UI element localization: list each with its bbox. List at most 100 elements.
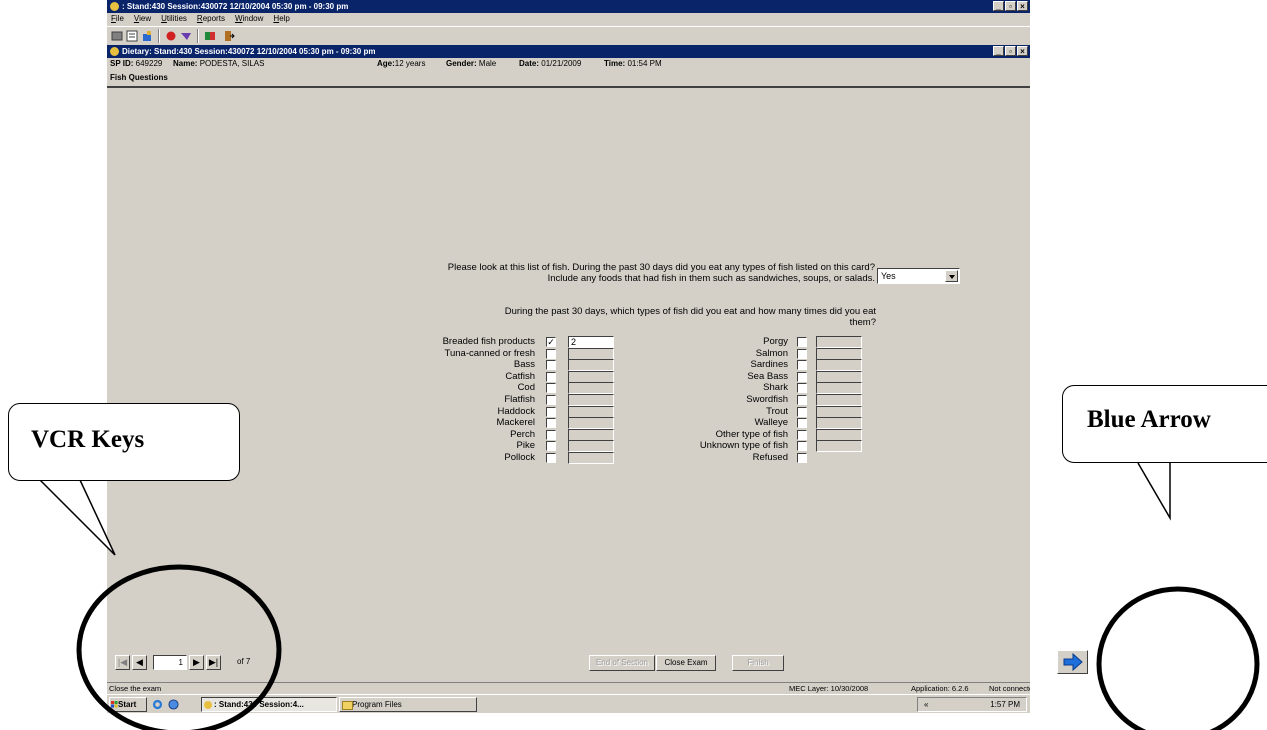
fish-label-sea-bass: Sea Bass (747, 370, 788, 382)
app-icon (110, 2, 119, 11)
menu-file[interactable]: File (111, 13, 124, 25)
fish-count-input-walleye[interactable] (816, 417, 862, 430)
menu-view[interactable]: View (134, 13, 151, 25)
menu-help[interactable]: Help (273, 13, 289, 25)
fish-checkbox-bass[interactable] (546, 360, 556, 371)
fish-count-input-perch[interactable] (568, 428, 614, 441)
participant-info-bar: SP ID: 649229 Name: PODESTA, SILAS Age:1… (107, 58, 1030, 70)
dietary-minimize-button[interactable]: _ (993, 46, 1004, 56)
age-group: Age:12 years (377, 58, 425, 70)
sp-id-value: 649229 (135, 59, 163, 68)
fish-count-input-cod[interactable] (568, 382, 614, 395)
fish-count-input-flatfish[interactable] (568, 394, 614, 406)
fish-count-input-mackerel[interactable] (568, 417, 614, 430)
fish-count-input-sea-bass[interactable] (816, 370, 862, 383)
vcr-page-input[interactable]: 1 (153, 655, 187, 670)
vcr-next-button[interactable]: ▶ (189, 655, 204, 670)
menu-reports[interactable]: Reports (197, 13, 225, 25)
task-stand-session[interactable]: : Stand:430 Session:4... (201, 697, 337, 712)
age-label: Age: (377, 59, 395, 68)
toolbar-tool-2-icon[interactable] (126, 30, 138, 42)
vcr-keys-callout-tail (39, 479, 116, 556)
fish-count-input-shark[interactable] (816, 382, 862, 395)
finish-button[interactable]: Finish (732, 655, 784, 671)
fish-checkbox-shark[interactable] (797, 383, 807, 394)
date-value: 01/21/2009 (541, 59, 582, 68)
desktop-quicklaunch-icon[interactable] (168, 699, 179, 710)
end-of-section-button[interactable]: End of Section (589, 655, 655, 671)
fish-label-pollock: Pollock (504, 452, 535, 463)
dietary-restore-button[interactable]: ▫ (1005, 46, 1016, 56)
fish-count-input-catfish[interactable] (568, 370, 614, 383)
toolbar-tool-3-icon[interactable] (141, 30, 153, 42)
blue-arrow-callout-tail (1137, 462, 1171, 521)
fish-label-tuna-canned-or-fresh: Tuna-canned or fresh (444, 347, 535, 359)
blue-arrow-highlight-circle (1096, 586, 1260, 730)
question-1-line-1: Please look at this list of fish. During… (447, 262, 875, 273)
vcr-first-button[interactable]: |◀ (115, 655, 130, 670)
fish-count-input-tuna-canned-or-fresh[interactable] (568, 347, 614, 360)
fish-checkbox-haddock[interactable] (546, 406, 556, 417)
menu-window[interactable]: Window (235, 13, 263, 25)
fish-count-input-other-type-of-fish[interactable] (816, 428, 862, 441)
system-tray: « 1:57 PM (917, 697, 1027, 712)
toolbar-tool-1-icon[interactable] (111, 30, 123, 42)
start-button[interactable]: Start (109, 697, 147, 712)
fish-label-trout: Trout (766, 405, 788, 417)
close-exam-button[interactable]: Close Exam (656, 655, 716, 671)
fish-checkbox-pike[interactable] (546, 441, 556, 452)
toolbar-tool-4-icon[interactable] (165, 30, 177, 42)
vcr-prev-button[interactable]: ◀ (132, 655, 147, 670)
fish-checkbox-mackerel[interactable] (546, 418, 556, 429)
ie-quicklaunch-icon[interactable] (152, 699, 163, 710)
close-window-button[interactable]: × (1017, 1, 1028, 11)
fish-checkbox-tuna-canned-or-fresh[interactable] (546, 348, 556, 359)
question-1-line-2: Include any foods that had fish in them … (547, 273, 875, 284)
fish-count-input-pollock[interactable] (568, 452, 614, 464)
fish-checkbox-porgy[interactable] (797, 337, 807, 347)
toolbar-tool-6-icon[interactable] (204, 30, 216, 42)
fish-count-input-swordfish[interactable] (816, 394, 862, 406)
fish-label-swordfish: Swordfish (746, 394, 788, 405)
task-program-files-label: Program Files (352, 700, 402, 709)
fish-checkbox-catfish[interactable] (546, 371, 556, 382)
vcr-last-button[interactable]: ▶| (206, 655, 221, 670)
fish-count-input-haddock[interactable] (568, 405, 614, 418)
fish-checkbox-perch[interactable] (546, 429, 556, 440)
blue-arrow-next-button[interactable] (1057, 650, 1088, 674)
toolbar-exit-icon[interactable] (223, 30, 235, 42)
toolbar-tool-5-icon[interactable] (180, 30, 192, 42)
dietary-title: Dietary: Stand:430 Session:430072 12/10/… (122, 47, 376, 56)
fish-checkbox-refused[interactable] (797, 453, 807, 463)
status-hint: Close the exam (109, 684, 162, 693)
fish-checkbox-salmon[interactable] (797, 348, 807, 359)
fish-count-input-unknown-type-of-fish[interactable] (816, 440, 862, 453)
fish-count-input-sardines[interactable] (816, 359, 862, 372)
menu-utilities[interactable]: Utilities (161, 13, 187, 25)
fish-checkbox-pollock[interactable] (546, 453, 556, 463)
fish-eaten-select[interactable]: Yes (877, 268, 960, 284)
fish-checkbox-other-type-of-fish[interactable] (797, 429, 807, 440)
fish-checkbox-trout[interactable] (797, 406, 807, 417)
chevron-down-icon[interactable] (945, 270, 958, 282)
fish-checkbox-unknown-type-of-fish[interactable] (797, 441, 807, 452)
fish-checkbox-swordfish[interactable] (797, 395, 807, 405)
fish-count-input-pike[interactable] (568, 440, 614, 453)
fish-checkbox-sea-bass[interactable] (797, 371, 807, 382)
fish-count-input-salmon[interactable] (816, 347, 862, 360)
fish-label-catfish: Catfish (505, 370, 535, 382)
fish-checkbox-breaded-fish-products[interactable]: ✓ (546, 337, 556, 347)
dietary-close-button[interactable]: × (1017, 46, 1028, 56)
tray-chevron-icon[interactable]: « (924, 698, 928, 711)
fish-checkbox-flatfish[interactable] (546, 395, 556, 405)
fish-count-input-bass[interactable] (568, 359, 614, 372)
fish-count-input-breaded-fish-products[interactable]: 2 (568, 336, 614, 348)
fish-checkbox-walleye[interactable] (797, 418, 807, 429)
fish-checkbox-sardines[interactable] (797, 360, 807, 371)
fish-count-input-trout[interactable] (816, 405, 862, 418)
task-program-files[interactable]: Program Files (339, 697, 477, 712)
fish-checkbox-cod[interactable] (546, 383, 556, 394)
fish-count-input-porgy[interactable] (816, 336, 862, 348)
restore-button[interactable]: ▫ (1005, 1, 1016, 11)
minimize-button[interactable]: _ (993, 1, 1004, 11)
